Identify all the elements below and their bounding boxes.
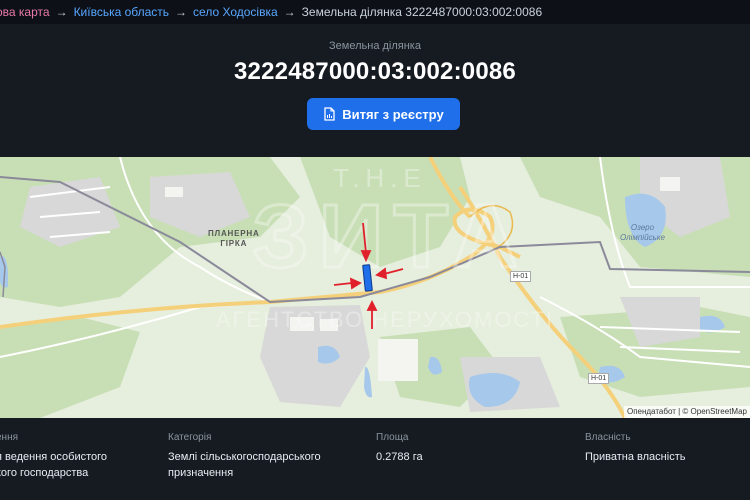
detail-ownership-label: Власність bbox=[585, 432, 631, 443]
detail-purpose-value: я ведення особистого кого господарства bbox=[0, 451, 108, 479]
map-label-road-h01: Н-01 bbox=[510, 271, 532, 282]
map-label-road-h01: Н-01 bbox=[588, 373, 610, 384]
breadcrumb-separator: → bbox=[55, 5, 68, 19]
detail-ownership-value: Приватна власність bbox=[585, 451, 686, 463]
detail-area-value: 0.2788 га bbox=[376, 451, 423, 463]
parcel-header: Земельна ділянка 3222487000:03:002:0086 … bbox=[0, 24, 750, 157]
document-icon bbox=[324, 107, 335, 121]
page-subtitle: Земельна ділянка bbox=[329, 40, 421, 52]
svg-text:АГЕНТСТВО НЕРУХОМОСТІ: АГЕНТСТВО НЕРУХОМОСТІ bbox=[216, 307, 554, 332]
breadcrumb-separator: → bbox=[175, 5, 188, 19]
registry-extract-button[interactable]: Витяг з реєстру bbox=[307, 98, 460, 130]
parcel-details: ення я ведення особистого кого господарс… bbox=[0, 418, 750, 500]
breadcrumb-link-region[interactable]: Київська область bbox=[74, 5, 169, 19]
map-label-lake: Озеро Олімпійське bbox=[620, 223, 665, 242]
detail-category-label: Категорія bbox=[168, 432, 212, 443]
breadcrumb-link-village[interactable]: село Ходосівка bbox=[193, 5, 278, 19]
breadcrumb: ова карта → Київська область → село Ходо… bbox=[0, 0, 750, 24]
map-view[interactable]: T.H.E ЗИТА АГЕНТСТВО НЕРУХОМОСТІ ПЛАНЕРН… bbox=[0, 157, 750, 418]
map-label-hill: ПЛАНЕРНА ГІРКА bbox=[208, 229, 260, 248]
page-title: 3222487000:03:002:0086 bbox=[234, 58, 516, 85]
registry-extract-button-label: Витяг з реєстру bbox=[342, 106, 444, 122]
detail-area-label: Площа bbox=[376, 432, 409, 443]
detail-area: Площа 0.2788 га bbox=[376, 432, 556, 465]
detail-purpose-label: ення bbox=[0, 432, 19, 443]
detail-ownership: Власність Приватна власність bbox=[585, 432, 750, 465]
map-attribution[interactable]: Опендатабот | © OpenStreetMap bbox=[623, 406, 750, 418]
breadcrumb-current: Земельна ділянка 3222487000:03:002:0086 bbox=[301, 5, 543, 19]
breadcrumb-link-map[interactable]: ова карта bbox=[0, 5, 50, 19]
detail-purpose: ення я ведення особистого кого господарс… bbox=[0, 432, 176, 481]
map-canvas[interactable]: T.H.E ЗИТА АГЕНТСТВО НЕРУХОМОСТІ bbox=[0, 157, 750, 418]
breadcrumb-separator: → bbox=[283, 5, 296, 19]
detail-category-value: Землі сільськогосподарського призначення bbox=[168, 451, 321, 479]
watermark: T.H.E ЗИТА АГЕНТСТВО НЕРУХОМОСТІ bbox=[216, 163, 554, 332]
detail-category: Категорія Землі сільськогосподарського п… bbox=[168, 432, 348, 481]
